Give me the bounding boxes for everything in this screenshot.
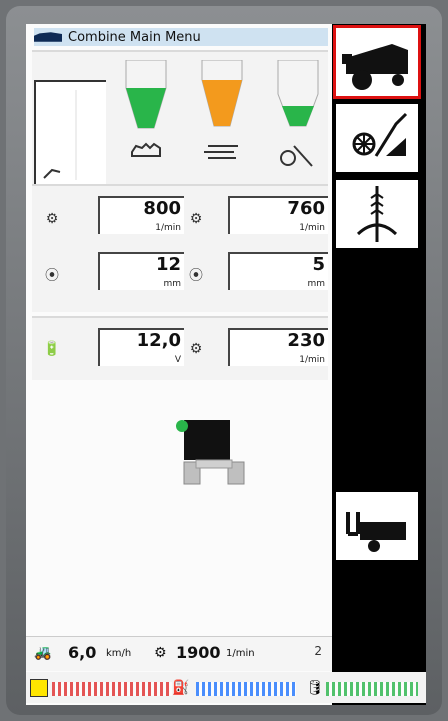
combine-small-icon xyxy=(34,32,62,42)
combine-rear-icon xyxy=(176,420,245,485)
combine-menu-button[interactable] xyxy=(333,25,421,99)
concave-front-icon: ⦿ xyxy=(45,268,59,284)
concave-rear-unit: mm xyxy=(307,279,325,289)
oil-icon: 🛢 xyxy=(306,680,324,696)
readout-panel: ⚙ 800 1/min ⚙ 760 1/min ⦿ 12 mm ⦿ 5 mm xyxy=(32,184,328,312)
service-menu-button[interactable] xyxy=(336,492,418,560)
engine-value: 1900 xyxy=(176,643,221,662)
grain-tank-gauge xyxy=(125,60,167,157)
chopper-gauge xyxy=(201,60,243,159)
drum-speed-unit: 1/min xyxy=(155,223,181,233)
electrical-panel: 🔋 12,0 V ⚙ 230 1/min xyxy=(32,316,328,380)
return-gauge xyxy=(277,60,319,167)
oil-level-bar xyxy=(326,682,418,696)
rotor-speed-icon: ⚙ xyxy=(189,341,203,357)
fan-speed-unit: 1/min xyxy=(299,223,325,233)
fan-speed-field: 760 1/min xyxy=(228,196,328,234)
page-title: Combine Main Menu xyxy=(68,29,201,45)
concave-front-field: 12 mm xyxy=(98,252,184,290)
speed-unit: km/h xyxy=(106,648,132,659)
concave-rear-icon: ⦿ xyxy=(189,268,203,284)
title-bar: Combine Main Menu xyxy=(34,28,328,46)
speed-icon: 🚜 xyxy=(34,645,52,661)
drum-speed-field: 800 1/min xyxy=(98,196,184,234)
rotor-speed-value: 230 xyxy=(287,330,325,351)
service-icon xyxy=(346,512,406,552)
crop-icon xyxy=(356,186,398,242)
fuel-level-bar xyxy=(52,682,172,696)
def-icon: ⛽ xyxy=(172,680,190,696)
screen: Combine Main Menu ⚙ 800 1/min ⚙ 760 1/mi… xyxy=(26,24,426,705)
bottom-bars: ⛽ 🛢 xyxy=(26,672,426,703)
main-area: Combine Main Menu ⚙ 800 1/min ⚙ 760 1/mi… xyxy=(26,24,426,705)
concave-rear-field: 5 mm xyxy=(228,252,328,290)
drum-speed-icon: ⚙ xyxy=(45,211,59,227)
concave-front-value: 12 xyxy=(155,254,181,275)
concave-rear-value: 5 xyxy=(312,254,325,275)
voltage-value: 12,0 xyxy=(136,330,181,351)
def-level-bar xyxy=(196,682,296,696)
combine-icon xyxy=(342,44,408,90)
concave-front-unit: mm xyxy=(163,279,181,289)
voltage-field: 12,0 V xyxy=(98,328,184,366)
gauge-panel xyxy=(32,50,328,194)
fan-speed-value: 760 xyxy=(287,198,325,219)
speed-value: 6,0 xyxy=(68,643,97,662)
rotor-speed-unit: 1/min xyxy=(299,355,325,365)
status-bar: 🚜 6,0 km/h ⚙ 1900 1/min 2 xyxy=(26,636,332,671)
corner-indicator: 2 xyxy=(314,644,322,658)
drum-speed-value: 800 xyxy=(143,198,181,219)
threshing-menu-button[interactable] xyxy=(336,104,418,172)
tank-level-gauge xyxy=(34,80,106,194)
fan-speed-icon: ⚙ xyxy=(189,211,203,227)
fuel-icon xyxy=(30,679,48,697)
rotor-speed-field: 230 1/min xyxy=(228,328,328,366)
engine-unit: 1/min xyxy=(226,648,255,659)
tank-level-icon xyxy=(43,90,77,180)
threshing-icon xyxy=(352,112,408,157)
crop-menu-button[interactable] xyxy=(336,180,418,248)
engine-icon: ⚙ xyxy=(154,645,167,661)
battery-icon: 🔋 xyxy=(43,341,61,357)
